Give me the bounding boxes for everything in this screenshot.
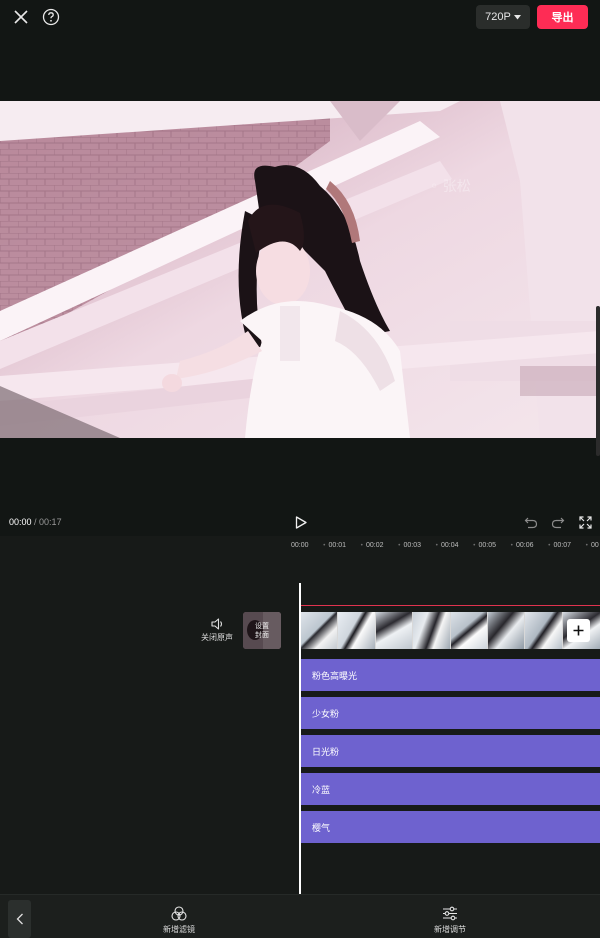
video-clip-track[interactable] bbox=[301, 612, 600, 649]
add-clip-button[interactable] bbox=[567, 619, 590, 642]
fullscreen-icon[interactable] bbox=[571, 508, 599, 536]
filter-clip-girl-pink[interactable]: 少女粉 bbox=[301, 697, 600, 729]
video-preview[interactable]: ◦ 张松 bbox=[0, 101, 600, 438]
add-adjust-label: 新增调节 bbox=[434, 925, 466, 934]
total-time: 00:17 bbox=[39, 517, 62, 527]
clip-frame bbox=[301, 612, 339, 649]
resolution-dropdown[interactable]: 720P bbox=[476, 5, 530, 29]
current-time: 00:00 bbox=[9, 517, 32, 527]
ruler-tick: 00:05 bbox=[478, 541, 497, 549]
clip-frame bbox=[525, 612, 563, 649]
play-icon[interactable] bbox=[287, 508, 315, 536]
ruler-tick: 00:03 bbox=[403, 541, 422, 549]
ruler-tick: 00:07 bbox=[553, 541, 572, 549]
edge-handle bbox=[596, 306, 600, 456]
speaker-icon bbox=[210, 618, 222, 630]
svg-text:◦ 张松: ◦ 张松 bbox=[430, 179, 471, 195]
filter-clip-sakura[interactable]: 樱气 bbox=[301, 811, 600, 843]
clip-frame bbox=[338, 612, 376, 649]
filter-clip-sunlight-pink[interactable]: 日光粉 bbox=[301, 735, 600, 767]
add-filter-button[interactable]: 新增滤镜 bbox=[158, 906, 200, 935]
filter-icon bbox=[171, 906, 187, 921]
time-ruler: 00:00 • 00:01 • 00:02 • 00:03 • 00:04 • 00:05… bbox=[291, 540, 600, 550]
ruler-tick: 00:01 bbox=[328, 541, 347, 549]
redo-icon[interactable] bbox=[544, 508, 572, 536]
cover-label: 设置 封面 bbox=[243, 622, 281, 640]
add-filter-label: 新增滤镜 bbox=[163, 925, 195, 934]
cover-label-line2: 封面 bbox=[255, 631, 269, 639]
time-display: 00:00 / 00:17 bbox=[9, 517, 62, 527]
ruler-tick: 00:02 bbox=[366, 541, 384, 549]
clip-frame bbox=[487, 612, 526, 649]
cover-label-line1: 设置 bbox=[255, 622, 269, 630]
mute-original-audio-button[interactable]: 关闭原声 bbox=[199, 618, 235, 643]
export-button[interactable]: 导出 bbox=[537, 5, 588, 29]
clip-frame bbox=[413, 612, 451, 649]
undo-icon[interactable] bbox=[517, 508, 545, 536]
resolution-label: 720P bbox=[485, 11, 511, 23]
back-button[interactable] bbox=[8, 900, 31, 938]
bottom-toolbar bbox=[0, 894, 600, 938]
plus-icon bbox=[573, 625, 584, 636]
filter-clip-pink-high-exposure[interactable]: 粉色高曝光 bbox=[301, 659, 600, 691]
ruler-tick: 00 bbox=[591, 541, 599, 549]
ruler-tick: 00:00 bbox=[291, 541, 309, 549]
help-icon[interactable] bbox=[37, 3, 65, 31]
caret-down-icon bbox=[513, 14, 521, 19]
clip-frame bbox=[375, 612, 414, 649]
ruler-tick: 00:04 bbox=[441, 541, 459, 549]
audio-marker-line bbox=[301, 605, 600, 606]
filter-clip-cool-blue[interactable]: 冷蓝 bbox=[301, 773, 600, 805]
sliders-icon bbox=[443, 906, 457, 921]
video-frame-illustration: ◦ 张松 bbox=[0, 101, 600, 438]
time-separator: / bbox=[31, 517, 40, 527]
set-cover-button[interactable]: 设置 封面 bbox=[243, 612, 281, 649]
playhead[interactable] bbox=[299, 583, 301, 894]
ruler-tick: 00:06 bbox=[516, 541, 534, 549]
chevron-left-icon bbox=[16, 913, 23, 925]
clip-frame bbox=[450, 612, 488, 649]
mute-label: 关闭原声 bbox=[201, 633, 233, 642]
add-adjust-button[interactable]: 新增调节 bbox=[429, 906, 471, 935]
close-icon[interactable] bbox=[7, 3, 35, 31]
